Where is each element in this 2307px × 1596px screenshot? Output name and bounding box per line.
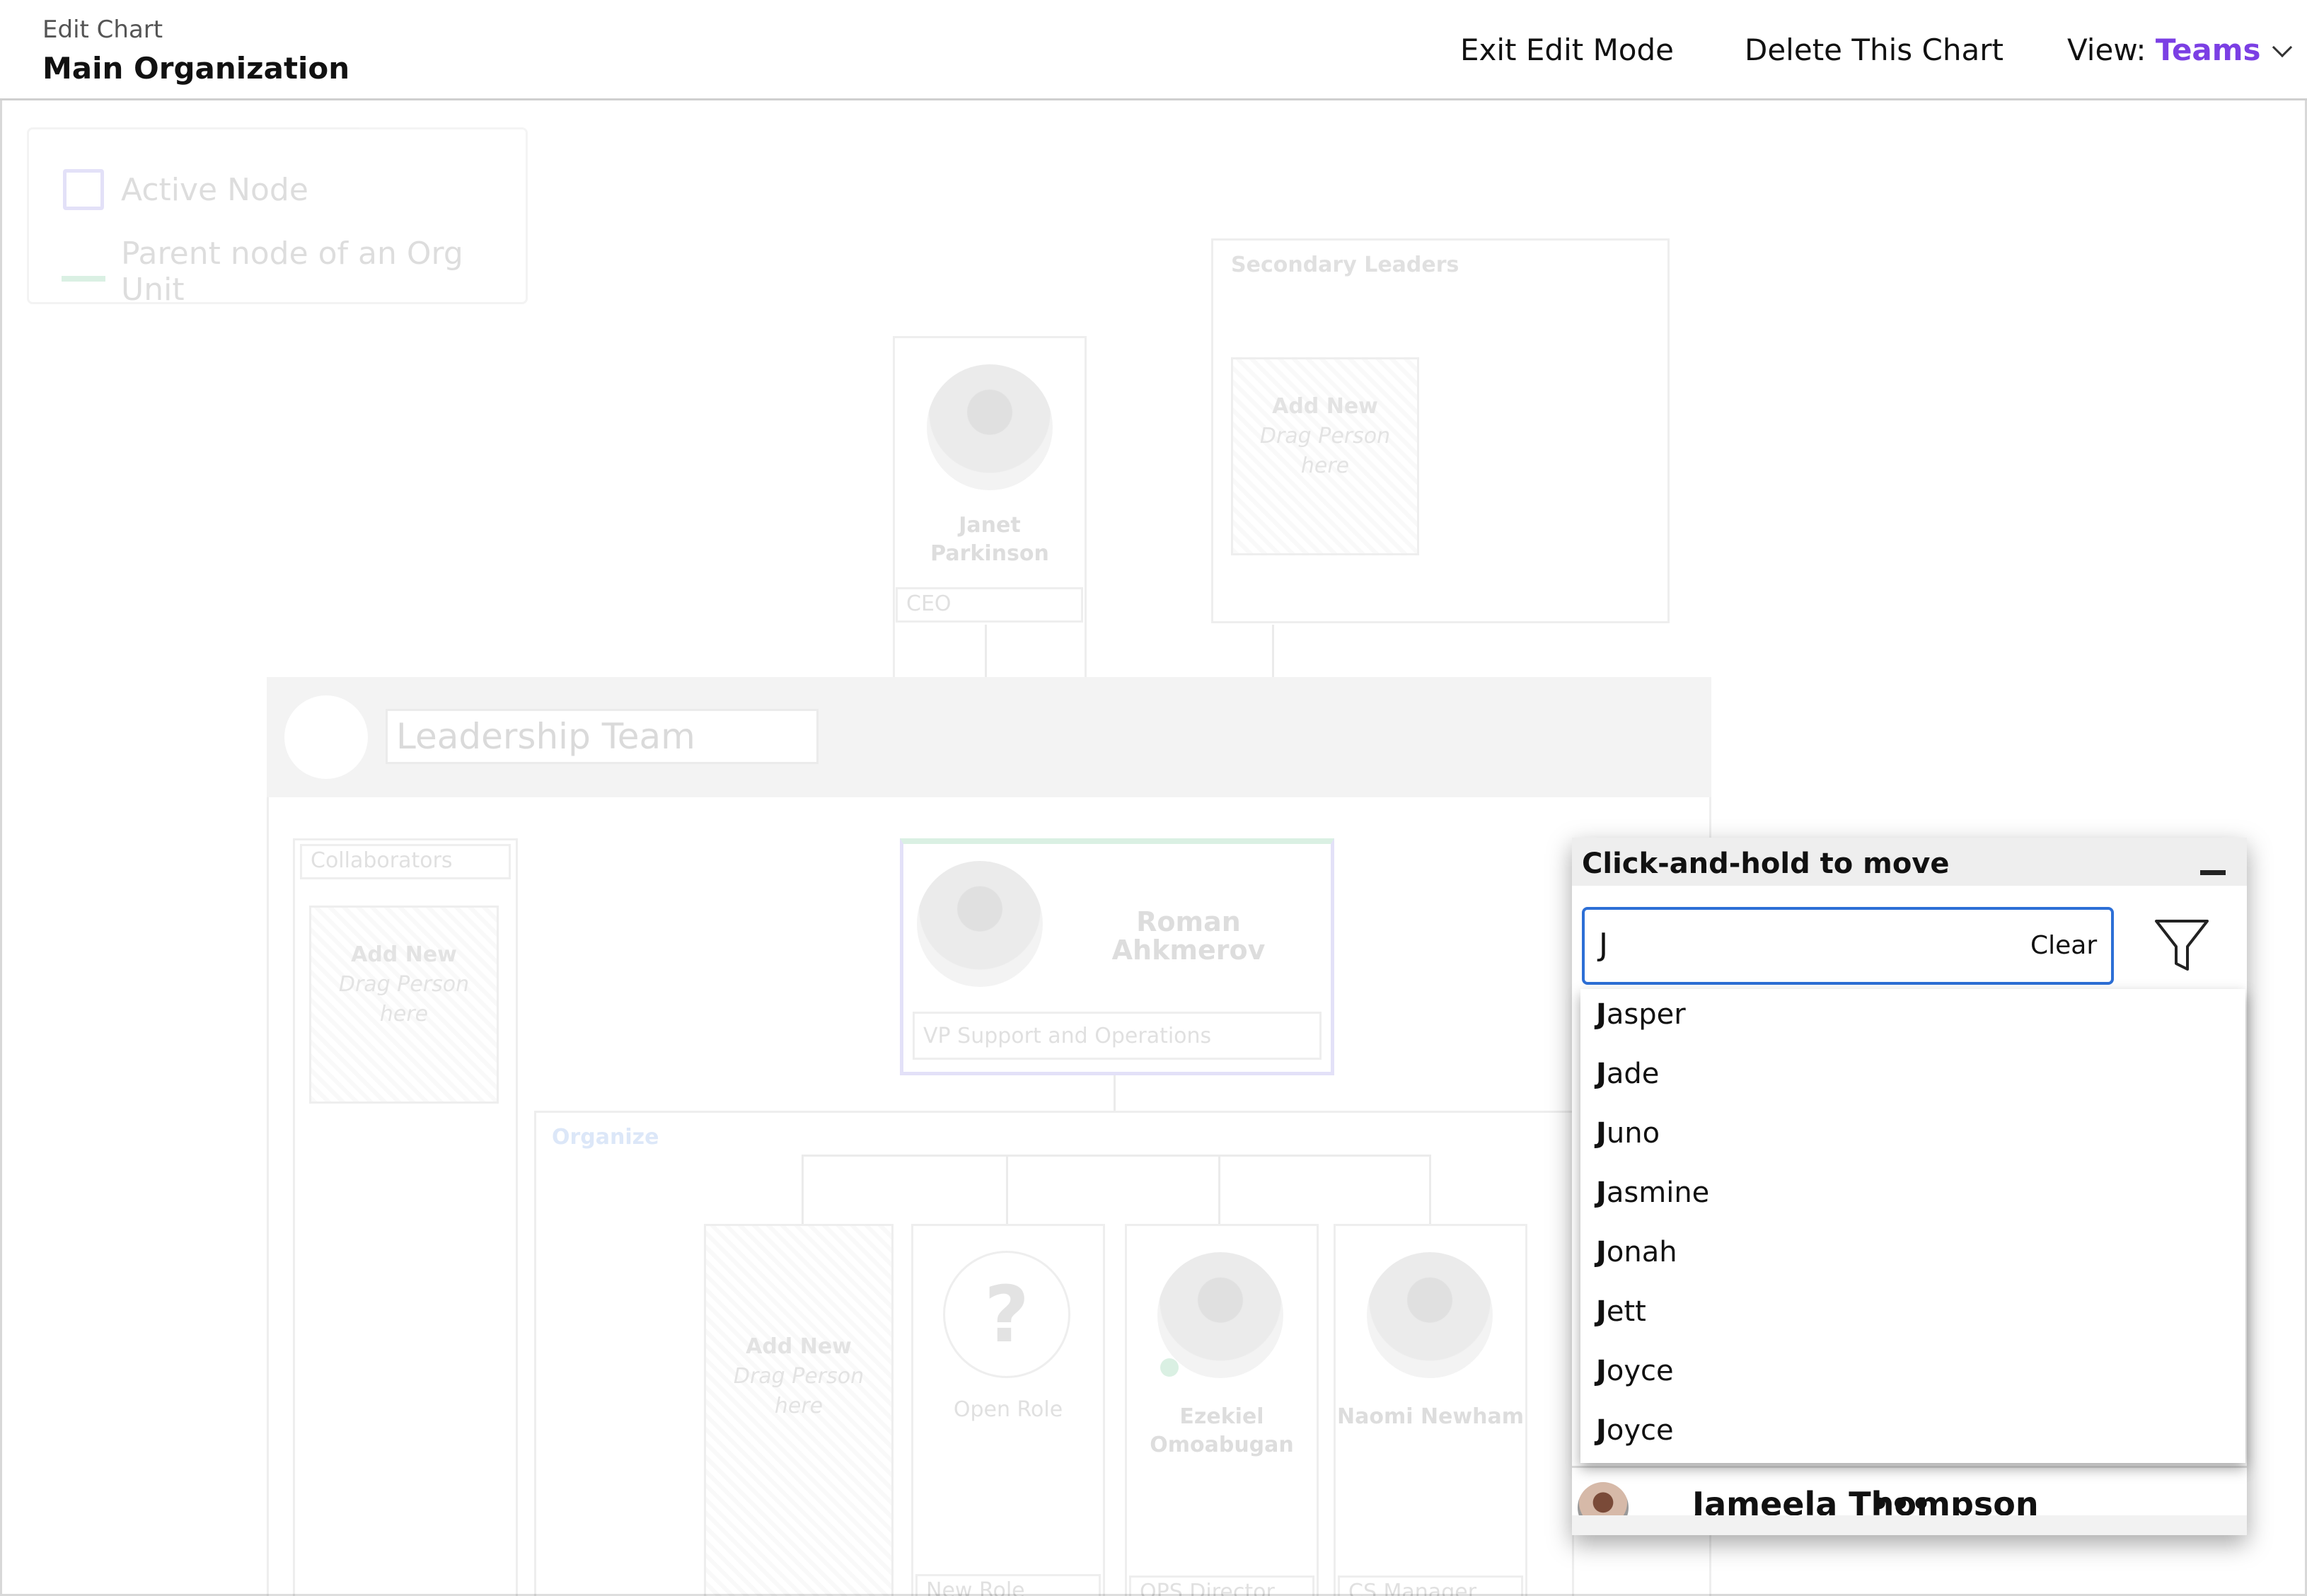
member-name: Naomi Newham — [1337, 1404, 1524, 1429]
connector-line — [1006, 1155, 1008, 1225]
suggestion-text: ett — [1606, 1295, 1646, 1328]
add-new-secondary-slot[interactable]: Add New Drag Person here — [1231, 357, 1419, 555]
question-mark-icon: ? — [943, 1251, 1070, 1378]
connector-line — [1218, 1155, 1220, 1225]
drag-person-hint: Drag Person here — [1259, 424, 1391, 478]
team-name-field[interactable]: Leadership Team — [386, 709, 819, 764]
match-text: J — [1596, 1058, 1607, 1090]
panel-title: Click-and-hold to move — [1582, 848, 1950, 880]
view-value: Teams — [2155, 33, 2261, 67]
suggestion-text: asper — [1606, 998, 1686, 1031]
exit-edit-mode-button[interactable]: Exit Edit Mode — [1460, 33, 1674, 67]
match-text: J — [1596, 1355, 1607, 1387]
suggestion-item[interactable]: Jonah — [1596, 1235, 2233, 1295]
match-text: J — [1596, 1176, 1607, 1209]
edit-chart-label: Edit Chart — [42, 16, 163, 44]
avatar — [1367, 1252, 1493, 1378]
suggestion-text: oyce — [1606, 1414, 1674, 1447]
drag-person-hint: Drag Person here — [338, 972, 470, 1027]
open-role-label: Open Role — [953, 1397, 1063, 1422]
active-node-swatch — [63, 169, 104, 210]
member-role: OPS Director — [1129, 1575, 1314, 1596]
suggestion-text: onah — [1606, 1236, 1677, 1268]
search-input-value: J — [1599, 927, 1608, 963]
member-role: CS Manager — [1338, 1575, 1523, 1596]
panel-drag-handle[interactable]: Click-and-hold to move — [1572, 838, 2247, 886]
suggestion-text: uno — [1606, 1117, 1660, 1150]
add-new-member-slot[interactable]: Add New Drag Person here — [704, 1224, 894, 1596]
add-new-collaborator-slot[interactable]: Add New Drag Person here — [309, 906, 499, 1104]
legend: Active Node Parent node of an Org Unit — [27, 127, 528, 308]
view-selector[interactable]: View: Teams — [2067, 33, 2292, 67]
secondary-leaders-title: Secondary Leaders — [1231, 253, 1459, 277]
legend-active-node: Active Node — [121, 172, 308, 208]
add-new-label: Add New — [351, 942, 457, 967]
leader-role: VP Support and Operations — [913, 1012, 1322, 1060]
suggestion-item[interactable]: Jade — [1596, 1057, 2233, 1116]
clear-button[interactable]: Clear — [2030, 931, 2097, 960]
new-role-field[interactable]: New Role — [915, 1574, 1101, 1596]
suggestion-item[interactable]: Joyce — [1596, 1413, 2233, 1473]
drag-person-hint: Drag Person here — [733, 1364, 865, 1418]
suggestion-item[interactable]: Joyce — [1596, 1354, 2233, 1413]
suggestion-item[interactable]: Jasmine — [1596, 1176, 2233, 1235]
parent-node-swatch — [62, 276, 105, 282]
team-icon — [284, 695, 368, 779]
suggestion-item[interactable]: Jasper — [1596, 998, 2233, 1057]
match-text: J — [1596, 1236, 1607, 1268]
avatar — [927, 364, 1053, 490]
connector-line — [802, 1155, 1431, 1157]
add-new-label: Add New — [1272, 394, 1378, 419]
legend-parent-node: Parent node of an Org Unit — [121, 236, 463, 308]
add-new-label: Add New — [746, 1334, 852, 1359]
autocomplete-dropdown: Jasper Jade Juno Jasmine Jonah Jett Joyc… — [1580, 989, 2245, 1463]
person-search-input[interactable]: J Clear — [1582, 907, 2114, 985]
suggestion-item[interactable]: Juno — [1596, 1116, 2233, 1176]
match-text: J — [1596, 1295, 1607, 1328]
more-options-icon[interactable]: ••• — [1869, 1488, 1931, 1520]
avatar — [1157, 1252, 1283, 1378]
suggestion-text: oyce — [1606, 1355, 1674, 1387]
leader-name: Roman Ahkmerov — [1111, 906, 1266, 966]
funnel-icon[interactable] — [2152, 915, 2211, 975]
connector-line — [802, 1155, 804, 1225]
collaborators-title: Collaborators — [300, 844, 511, 879]
match-text: J — [1596, 998, 1607, 1031]
delete-chart-button[interactable]: Delete This Chart — [1745, 33, 2004, 67]
match-text: J — [1596, 1414, 1607, 1447]
member-name: Ezekiel Omoabugan — [1150, 1404, 1294, 1457]
status-dot — [1160, 1358, 1179, 1377]
ceo-role: CEO — [896, 587, 1083, 623]
suggestion-text: ade — [1606, 1058, 1660, 1090]
view-label: View: — [2067, 33, 2156, 67]
organize-title: Organize — [552, 1125, 659, 1150]
chart-title: Main Organization — [42, 51, 350, 86]
top-header: Edit Chart Main Organization Exit Edit M… — [0, 0, 2307, 100]
avatar — [917, 861, 1043, 987]
match-text: J — [1596, 1117, 1607, 1150]
ceo-name: Janet Parkinson — [930, 513, 1049, 566]
minimize-icon[interactable] — [2200, 870, 2226, 875]
connector-line — [1429, 1155, 1431, 1225]
suggestion-item[interactable]: Jett — [1596, 1295, 2233, 1354]
suggestion-text: asmine — [1606, 1176, 1710, 1209]
chevron-down-icon — [2272, 37, 2292, 58]
